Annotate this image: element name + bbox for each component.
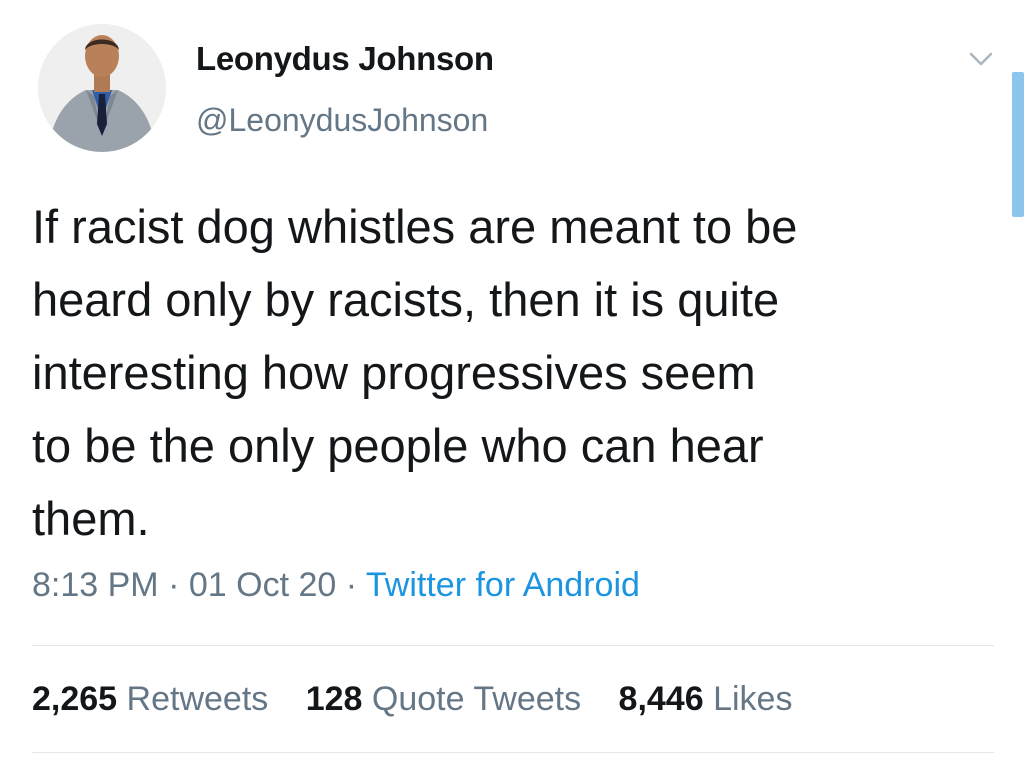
meta-separator: · [168, 566, 180, 604]
likes-label: Likes [713, 680, 793, 718]
avatar-image [38, 24, 166, 152]
avatar[interactable] [38, 24, 166, 152]
user-handle[interactable]: @LeonydusJohnson [196, 102, 488, 139]
tweet-card: Leonydus Johnson @LeonydusJohnson If rac… [0, 0, 1024, 771]
chevron-down-icon[interactable] [966, 48, 996, 70]
quote-tweets-count: 128 [305, 680, 363, 718]
tweet-date[interactable]: 01 Oct 20 [189, 566, 336, 604]
retweets-label: Retweets [126, 680, 269, 718]
tweet-text: If racist dog whistles are meant to be h… [32, 200, 798, 545]
scrollbar[interactable] [1012, 72, 1024, 217]
quote-tweets-label: Quote Tweets [371, 680, 582, 718]
meta-separator: · [345, 566, 358, 604]
retweets-count: 2,265 [32, 680, 118, 718]
divider [32, 752, 994, 753]
likes-count: 8,446 [618, 680, 704, 718]
display-name[interactable]: Leonydus Johnson [196, 40, 494, 78]
quote-tweets-stat[interactable]: 128 Quote Tweets [306, 680, 581, 718]
likes-stat[interactable]: 8,446 Likes [619, 680, 793, 718]
divider [32, 645, 994, 646]
tweet-source-link[interactable]: Twitter for Android [366, 566, 640, 604]
tweet-stats: 2,265 Retweets 128 Quote Tweets 8,446 Li… [32, 680, 820, 719]
retweets-stat[interactable]: 2,265 Retweets [32, 680, 268, 718]
tweet-time[interactable]: 8:13 PM [32, 566, 159, 604]
tweet-meta: 8:13 PM · 01 Oct 20 · Twitter for Androi… [32, 566, 640, 605]
